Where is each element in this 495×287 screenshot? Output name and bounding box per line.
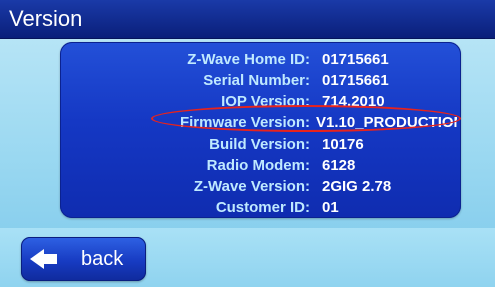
build-version-value: 10176	[322, 136, 364, 153]
info-row-build-version: Build Version: 10176	[60, 134, 461, 155]
firmware-highlight-ellipse	[151, 105, 461, 132]
build-version-label: Build Version:	[209, 136, 310, 153]
info-row-radio-modem: Radio Modem: 6128	[60, 155, 461, 176]
info-row-zwave-version: Z-Wave Version: 2GIG 2.78	[60, 176, 461, 197]
zwave-home-id-value: 01715661	[322, 51, 389, 68]
back-button-label: back	[81, 248, 124, 270]
radio-modem-label: Radio Modem:	[206, 157, 310, 174]
page-title: Version	[9, 6, 83, 31]
back-button[interactable]: back	[21, 237, 146, 281]
version-screen: Version Z-Wave Home ID: 01715661 Serial …	[0, 0, 495, 287]
zwave-home-id-label: Z-Wave Home ID:	[187, 51, 310, 68]
title-bar: Version	[0, 0, 495, 39]
customer-id-label: Customer ID:	[215, 199, 310, 216]
back-arrow-stem	[43, 254, 57, 264]
serial-number-label: Serial Number:	[203, 72, 310, 89]
zwave-version-value: 2GIG 2.78	[322, 178, 392, 195]
info-row-customer-id: Customer ID: 01	[60, 197, 461, 218]
info-row-zwave-home-id: Z-Wave Home ID: 01715661	[60, 49, 461, 70]
serial-number-value: 01715661	[322, 72, 389, 89]
zwave-version-label: Z-Wave Version:	[193, 178, 310, 195]
radio-modem-value: 6128	[322, 157, 356, 174]
back-arrow-icon	[30, 249, 44, 269]
info-row-serial-number: Serial Number: 01715661	[60, 70, 461, 91]
customer-id-value: 01	[322, 199, 339, 216]
